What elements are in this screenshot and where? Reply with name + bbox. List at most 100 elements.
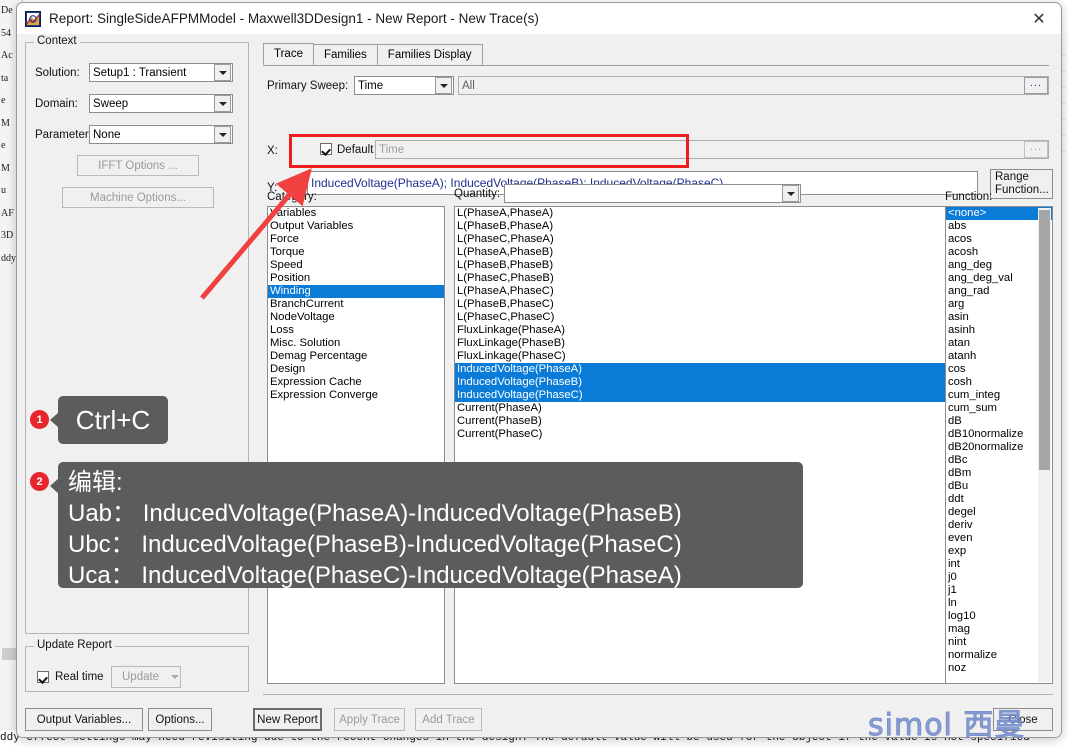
- function-scrollbar-thumb[interactable]: [1039, 210, 1050, 470]
- list-item[interactable]: FluxLinkage(PhaseC): [455, 350, 947, 363]
- list-item[interactable]: acos: [946, 233, 1052, 246]
- list-item[interactable]: L(PhaseB,PhaseB): [455, 259, 947, 272]
- quantity-listbox[interactable]: L(PhaseA,PhaseA) L(PhaseB,PhaseA) L(PhaseC…: [454, 206, 948, 684]
- quantity-filter-combo[interactable]: [504, 184, 801, 203]
- parameter-combo[interactable]: None: [89, 125, 233, 144]
- list-item[interactable]: nint: [946, 636, 1052, 649]
- list-item[interactable]: BranchCurrent: [268, 298, 444, 311]
- x-value-field[interactable]: Time: [375, 140, 1049, 159]
- realtime-checkbox[interactable]: [37, 671, 49, 683]
- list-item[interactable]: Torque: [268, 246, 444, 259]
- chevron-down-icon[interactable]: [435, 77, 452, 94]
- tab-families[interactable]: Families: [312, 44, 378, 65]
- list-item[interactable]: ang_deg_val: [946, 272, 1052, 285]
- list-item[interactable]: log10: [946, 610, 1052, 623]
- category-listbox[interactable]: Variables Output Variables Force Torque Spee…: [267, 206, 445, 684]
- list-item[interactable]: Expression Converge: [268, 389, 444, 402]
- list-item[interactable]: Expression Cache: [268, 376, 444, 389]
- list-item[interactable]: cos: [946, 363, 1052, 376]
- list-item[interactable]: noz: [946, 662, 1052, 675]
- list-item[interactable]: Design: [268, 363, 444, 376]
- chevron-down-icon[interactable]: [214, 95, 231, 112]
- list-item[interactable]: FluxLinkage(PhaseA): [455, 324, 947, 337]
- apply-trace-button[interactable]: Apply Trace: [334, 708, 405, 731]
- list-item[interactable]: dB: [946, 415, 1052, 428]
- list-item[interactable]: L(PhaseC,PhaseA): [455, 233, 947, 246]
- list-item[interactable]: L(PhaseA,PhaseB): [455, 246, 947, 259]
- list-item[interactable]: Demag Percentage: [268, 350, 444, 363]
- update-button[interactable]: Update: [111, 666, 181, 688]
- tab-families-display[interactable]: Families Display: [376, 44, 483, 65]
- function-scrollbar[interactable]: [1038, 208, 1051, 682]
- list-item[interactable]: dBu: [946, 480, 1052, 493]
- list-item[interactable]: int: [946, 558, 1052, 571]
- list-item[interactable]: dBm: [946, 467, 1052, 480]
- list-item[interactable]: atanh: [946, 350, 1052, 363]
- list-item[interactable]: Force: [268, 233, 444, 246]
- list-item[interactable]: L(PhaseA,PhaseC): [455, 285, 947, 298]
- x-browse-button[interactable]: ...: [1024, 141, 1048, 158]
- machine-options-button[interactable]: Machine Options...: [62, 187, 214, 208]
- add-trace-button[interactable]: Add Trace: [415, 708, 482, 731]
- x-default-checkbox[interactable]: [320, 143, 332, 155]
- list-item[interactable]: Loss: [268, 324, 444, 337]
- list-item[interactable]: Misc. Solution: [268, 337, 444, 350]
- list-item[interactable]: deriv: [946, 519, 1052, 532]
- list-item[interactable]: dB10normalize: [946, 428, 1052, 441]
- list-item[interactable]: Position: [268, 272, 444, 285]
- list-item[interactable]: L(PhaseB,PhaseC): [455, 298, 947, 311]
- domain-combo[interactable]: Sweep: [89, 94, 233, 113]
- list-item[interactable]: cum_integ: [946, 389, 1052, 402]
- list-item[interactable]: asin: [946, 311, 1052, 324]
- list-item[interactable]: arg: [946, 298, 1052, 311]
- list-item[interactable]: mag: [946, 623, 1052, 636]
- list-item[interactable]: Output Variables: [268, 220, 444, 233]
- list-item[interactable]: NodeVoltage: [268, 311, 444, 324]
- tab-trace[interactable]: Trace: [263, 43, 314, 65]
- background-scrollbar-thumb[interactable]: [2, 648, 16, 660]
- new-report-button[interactable]: New Report: [253, 708, 322, 731]
- range-function-button[interactable]: Range Function...: [990, 169, 1053, 199]
- list-item[interactable]: ang_rad: [946, 285, 1052, 298]
- chevron-down-icon[interactable]: [214, 64, 231, 81]
- chevron-down-icon[interactable]: [782, 185, 799, 202]
- list-item[interactable]: degel: [946, 506, 1052, 519]
- list-item[interactable]: Current(PhaseB): [455, 415, 947, 428]
- primary-sweep-browse-button[interactable]: ...: [1024, 77, 1048, 94]
- list-item[interactable]: L(PhaseB,PhaseA): [455, 220, 947, 233]
- output-variables-button[interactable]: Output Variables...: [25, 708, 143, 731]
- list-item[interactable]: InducedVoltage(PhaseC): [455, 389, 947, 402]
- list-item[interactable]: cum_sum: [946, 402, 1052, 415]
- list-item[interactable]: asinh: [946, 324, 1052, 337]
- list-item[interactable]: Current(PhaseA): [455, 402, 947, 415]
- list-item[interactable]: ln: [946, 597, 1052, 610]
- list-item[interactable]: atan: [946, 337, 1052, 350]
- list-item[interactable]: acosh: [946, 246, 1052, 259]
- list-item[interactable]: j0: [946, 571, 1052, 584]
- list-item[interactable]: Current(PhaseC): [455, 428, 947, 441]
- options-button[interactable]: Options...: [148, 708, 212, 731]
- list-item[interactable]: exp: [946, 545, 1052, 558]
- list-item[interactable]: dB20normalize: [946, 441, 1052, 454]
- list-item[interactable]: L(PhaseA,PhaseA): [455, 207, 947, 220]
- list-item[interactable]: ddt: [946, 493, 1052, 506]
- list-item[interactable]: normalize: [946, 649, 1052, 662]
- list-item[interactable]: L(PhaseC,PhaseC): [455, 311, 947, 324]
- list-item[interactable]: FluxLinkage(PhaseB): [455, 337, 947, 350]
- list-item[interactable]: InducedVoltage(PhaseA): [455, 363, 947, 376]
- list-item[interactable]: even: [946, 532, 1052, 545]
- list-item[interactable]: ang_deg: [946, 259, 1052, 272]
- function-listbox[interactable]: <none> abs acos acosh ang_deg ang_deg_val ang_…: [945, 206, 1053, 684]
- chevron-down-icon[interactable]: [214, 126, 231, 143]
- primary-sweep-combo[interactable]: Time: [354, 76, 454, 95]
- primary-sweep-range-field[interactable]: All: [458, 76, 1049, 95]
- close-icon[interactable]: ✕: [1017, 3, 1061, 34]
- list-item[interactable]: Variables: [268, 207, 444, 220]
- list-item[interactable]: <none>: [946, 207, 1052, 220]
- list-item[interactable]: dBc: [946, 454, 1052, 467]
- ifft-options-button[interactable]: IFFT Options ...: [77, 155, 199, 176]
- list-item[interactable]: j1: [946, 584, 1052, 597]
- list-item[interactable]: abs: [946, 220, 1052, 233]
- list-item[interactable]: cosh: [946, 376, 1052, 389]
- list-item[interactable]: InducedVoltage(PhaseB): [455, 376, 947, 389]
